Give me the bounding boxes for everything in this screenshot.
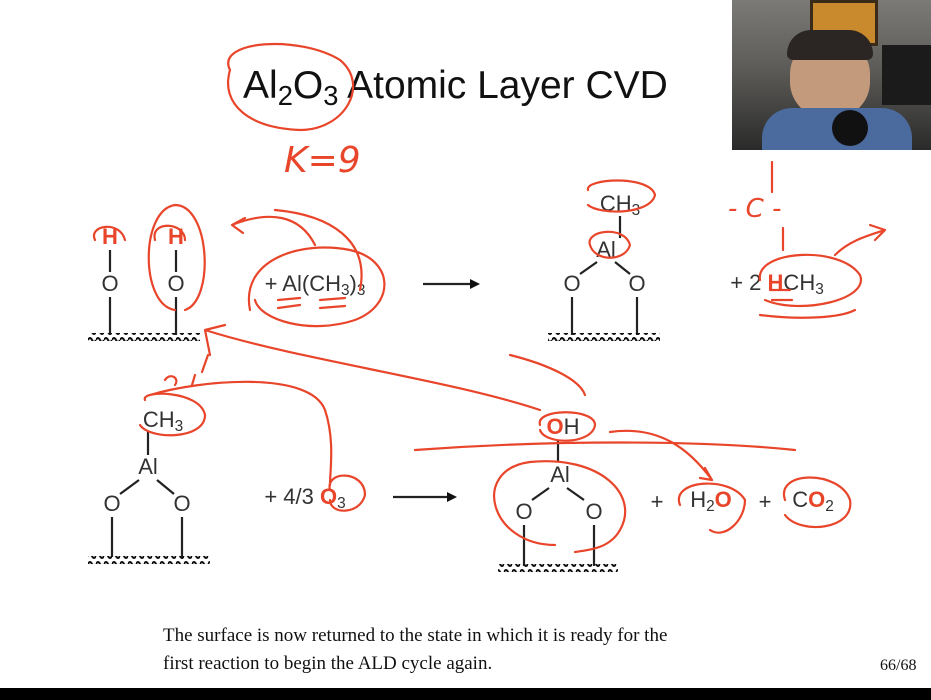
annotation-k-label: K=9 — [284, 140, 361, 181]
annotation-carbon-label: - C - — [728, 194, 782, 224]
page-number: 66/68 — [880, 657, 917, 674]
caption-line-2: first reaction to begin the ALD cycle ag… — [163, 653, 493, 674]
bottom-bar — [0, 688, 931, 700]
slide-caption: The surface is now returned to the state… — [163, 622, 667, 678]
caption-line-1: The surface is now returned to the state… — [163, 625, 668, 646]
pen-annotations — [92, 42, 887, 554]
